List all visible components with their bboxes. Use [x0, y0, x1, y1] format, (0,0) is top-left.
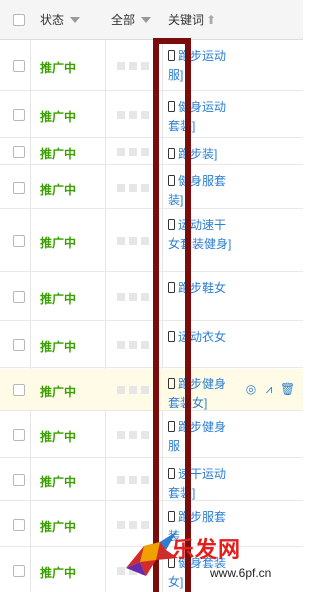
row-checkbox[interactable] — [13, 60, 25, 72]
row-checkbox[interactable] — [13, 291, 25, 303]
status-label: 推广中 — [40, 147, 77, 161]
status-label: 推广中 — [40, 183, 77, 197]
status-header-label: 状态 — [40, 13, 65, 27]
table-row[interactable]: 推广中 跑步运动服] — [0, 41, 303, 91]
target-icon[interactable]: ◎ — [244, 382, 258, 396]
delete-icon[interactable]: 🗑 — [280, 382, 295, 396]
table-row[interactable]: 推广中 运动衣女 — [0, 322, 303, 368]
bid-placeholder — [141, 111, 149, 119]
bid-placeholder — [129, 62, 137, 70]
status-label: 推广中 — [40, 385, 77, 399]
chevron-down-icon[interactable] — [141, 17, 152, 23]
bid-placeholder — [117, 62, 125, 70]
status-label: 推广中 — [40, 292, 77, 306]
status-label: 推广中 — [40, 61, 77, 75]
row-checkbox[interactable] — [13, 519, 25, 531]
bid-placeholder — [129, 184, 137, 192]
table-header: 状态 全部 关键词 ⬆ — [0, 0, 303, 40]
bid-placeholder — [141, 184, 149, 192]
bid-placeholder — [141, 62, 149, 70]
bid-placeholder — [129, 431, 137, 439]
keyword-header-label: 关键词 — [168, 13, 205, 27]
bid-placeholder — [141, 431, 149, 439]
logo-bird-icon — [126, 532, 178, 576]
bid-placeholder — [129, 341, 137, 349]
bid-placeholder — [141, 293, 149, 301]
bid-placeholder — [117, 293, 125, 301]
bid-placeholder — [117, 237, 125, 245]
bid-placeholder — [117, 431, 125, 439]
row-checkbox[interactable] — [13, 235, 25, 247]
table-row[interactable]: 推广中 跑步装] — [0, 139, 303, 165]
bid-placeholder — [129, 237, 137, 245]
bid-placeholder — [117, 386, 125, 394]
table-row[interactable]: 推广中 跑步鞋女 — [0, 273, 303, 321]
row-checkbox[interactable] — [13, 429, 25, 441]
bid-placeholder — [141, 386, 149, 394]
status-label: 推广中 — [40, 520, 77, 534]
highlight-frame — [153, 38, 191, 592]
watermark-logo: 乐发网 — [172, 537, 242, 563]
bid-placeholder — [141, 341, 149, 349]
filter-label: 全部 — [111, 13, 136, 27]
bid-placeholder — [141, 476, 149, 484]
filter-dropdown[interactable]: 全部 — [111, 0, 152, 40]
status-label: 推广中 — [40, 340, 77, 354]
bid-placeholder — [117, 148, 125, 156]
table-row[interactable]: 推广中 健身运动套装] — [0, 92, 303, 138]
status-column-header[interactable]: 状态 — [40, 0, 81, 40]
watermark-url: www.6pf.cn — [210, 566, 272, 580]
bid-placeholder — [129, 148, 137, 156]
bid-placeholder — [117, 111, 125, 119]
bid-placeholder — [117, 184, 125, 192]
row-actions: ◎ ⩘ 🗑 — [244, 382, 295, 396]
row-checkbox[interactable] — [13, 474, 25, 486]
status-label: 推广中 — [40, 236, 77, 250]
bid-placeholder — [129, 293, 137, 301]
status-label: 推广中 — [40, 475, 77, 489]
bid-placeholder — [141, 237, 149, 245]
sort-down-icon[interactable] — [70, 17, 81, 23]
select-all-checkbox[interactable] — [13, 14, 25, 26]
status-label: 推广中 — [40, 566, 77, 580]
bid-placeholder — [129, 111, 137, 119]
status-label: 推广中 — [40, 110, 77, 124]
status-label: 推广中 — [40, 430, 77, 444]
table-row[interactable]: 推广中 跑步健身套装女] ◎ ⩘ 🗑 — [0, 369, 303, 411]
table-row[interactable]: 推广中 健身服套装] — [0, 166, 303, 209]
row-checkbox[interactable] — [13, 109, 25, 121]
row-checkbox[interactable] — [13, 146, 25, 158]
sort-up-icon[interactable]: ⬆ — [206, 13, 216, 27]
bid-placeholder — [129, 386, 137, 394]
table-row[interactable]: 推广中 运动速干女套装健身] — [0, 210, 303, 272]
bid-placeholder — [129, 476, 137, 484]
keyword-column-header[interactable]: 关键词 ⬆ — [168, 0, 216, 40]
bid-placeholder — [117, 341, 125, 349]
row-checkbox[interactable] — [13, 384, 25, 396]
bid-placeholder — [141, 148, 149, 156]
bid-placeholder — [117, 476, 125, 484]
keyword-table: 状态 全部 关键词 ⬆ 推广中 跑步运动服] 推广中 健身运动套装] 推广中 跑步装] 推广中… — [0, 0, 303, 592]
row-checkbox[interactable] — [13, 565, 25, 577]
row-checkbox[interactable] — [13, 339, 25, 351]
table-row[interactable]: 推广中 速干运动套装] — [0, 459, 303, 501]
row-checkbox[interactable] — [13, 182, 25, 194]
table-row[interactable]: 推广中 跑步健身服 — [0, 412, 303, 458]
chart-icon[interactable]: ⩘ — [262, 382, 276, 396]
